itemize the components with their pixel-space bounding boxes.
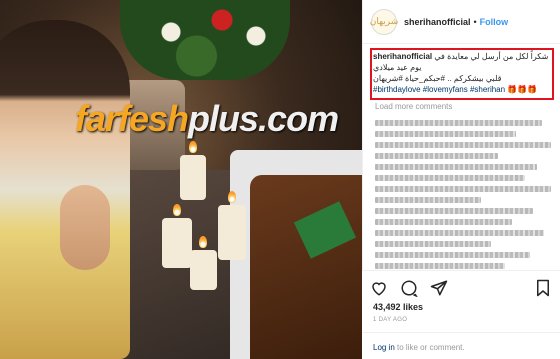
candle-flame [173,204,181,216]
comment-blurred [375,197,481,203]
caption-hashtags[interactable]: #birthdaylove #lovemyfans #sherihan 🎁🎁🎁 [373,84,551,95]
comments-list [375,115,551,269]
site-watermark: farfeshplus.com [75,98,339,140]
login-prompt: Log in to like or comment. [362,332,560,359]
follow-button[interactable]: Follow [480,17,509,27]
post-date[interactable]: 1 DAY AGO [373,317,407,323]
caption-username[interactable]: sherihanofficial [373,52,432,61]
comment-blurred [375,175,525,181]
login-link[interactable]: Log in [373,343,395,352]
candle [218,205,246,260]
like-count[interactable]: 43,492 likes [373,302,423,312]
avatar-logo-text: شريهان [369,16,399,27]
login-prompt-text: to like or comment. [394,343,465,352]
comment-blurred [375,131,516,137]
comment-blurred [375,120,543,126]
watermark-part-2: plus.com [188,98,339,139]
caption-line-3: قلبي بيشكركم .. #حبكم_حياة #شريهان [373,74,502,83]
candle [190,250,217,290]
post-header: شريهان sherihanofficial • Follow [363,0,560,44]
clapping-hands [60,185,110,270]
separator-dot: • [473,16,477,27]
comment-blurred [375,252,530,258]
birthday-cake [250,175,362,359]
candle-flame [189,141,197,153]
caption-line-1: شكراً لكل من أرسل لي معايدة في [434,52,549,61]
candle-flame [228,191,236,203]
comment-blurred [375,230,544,236]
share-icon[interactable] [430,279,448,297]
comment-blurred [375,186,551,192]
woman-figure [0,20,130,359]
comment-blurred [375,142,551,148]
candle-flame [199,236,207,248]
comment-blurred [375,241,492,247]
comment-blurred [375,164,537,170]
header-username[interactable]: sherihanofficial [404,17,471,27]
bookmark-icon[interactable] [534,279,552,297]
load-more-comments[interactable]: Load more comments [375,102,452,111]
caption-line-2: يوم عيد ميلادي [373,63,422,72]
comment-icon[interactable] [400,279,418,297]
avatar[interactable]: شريهان [369,8,399,35]
comment-blurred [375,153,499,159]
post-actions: 43,492 likes 1 DAY AGO Log in to like or… [362,270,560,359]
post-photo[interactable]: farfeshplus.com [0,0,362,359]
comment-blurred [375,208,534,214]
candle [180,155,206,200]
comment-blurred [375,219,513,225]
post-caption: sherihanofficial شكراً لكل من أرسل لي مع… [373,51,551,95]
watermark-part-1: farfesh [75,98,189,139]
heart-icon[interactable] [370,279,388,297]
candle [162,218,192,268]
flower-bouquet [120,0,290,80]
comment-blurred [375,263,506,269]
